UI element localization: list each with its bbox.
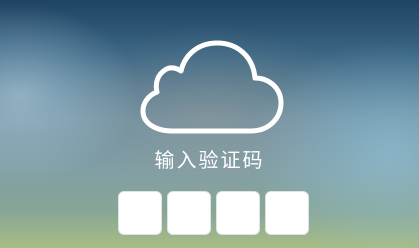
code-digit-3-input[interactable] — [216, 191, 260, 235]
code-digit-4-input[interactable] — [265, 191, 309, 235]
verification-prompt: 输入验证码 — [154, 148, 265, 172]
code-digit-1-input[interactable] — [118, 191, 162, 235]
code-digit-2-input[interactable] — [167, 191, 211, 235]
cloud-icon — [140, 40, 284, 134]
code-input-group — [118, 191, 309, 235]
